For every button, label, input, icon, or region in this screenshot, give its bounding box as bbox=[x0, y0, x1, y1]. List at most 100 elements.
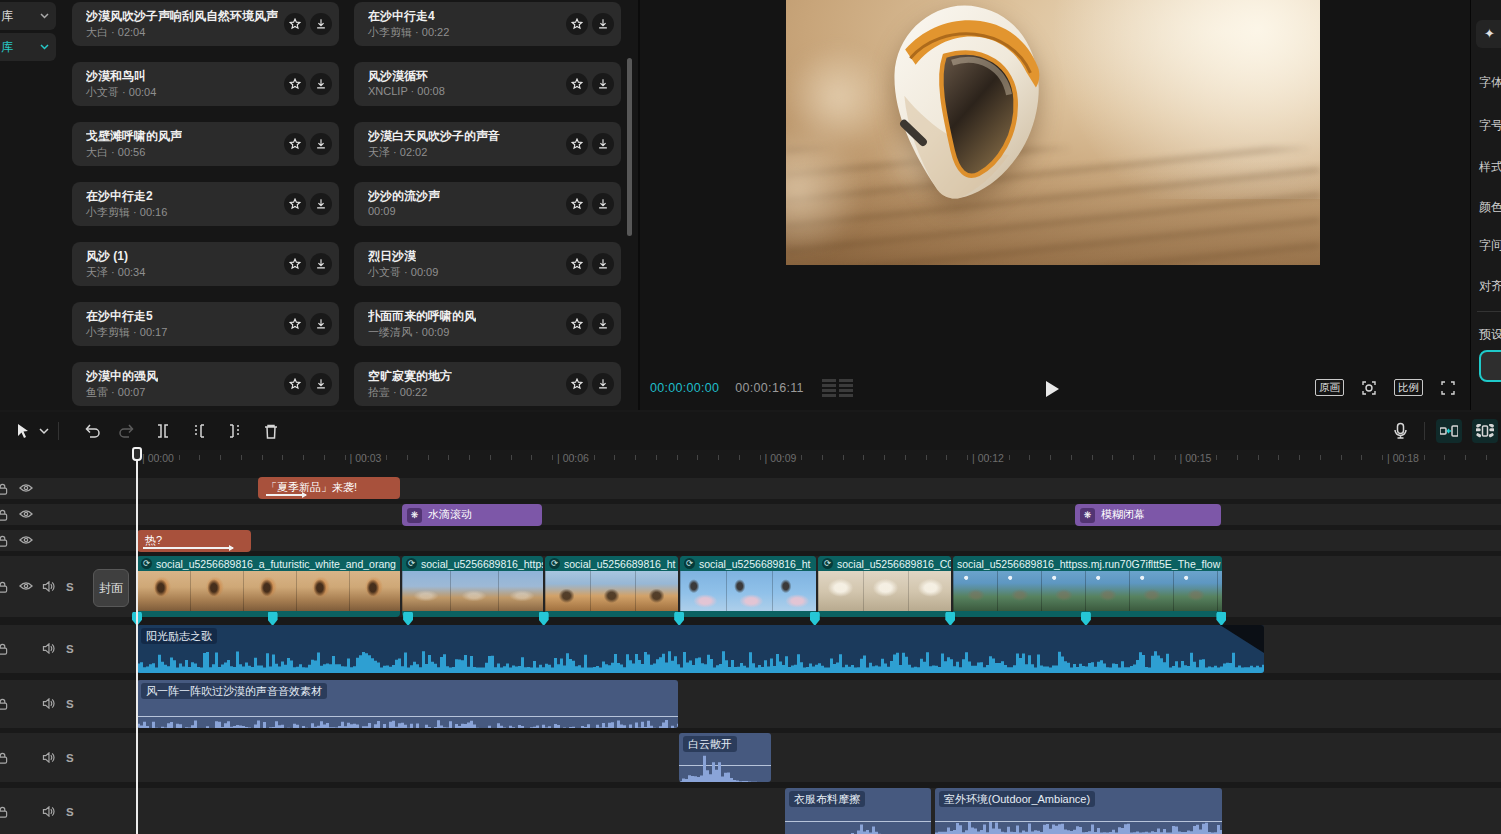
download-icon[interactable] bbox=[310, 193, 332, 215]
library-filter-1[interactable]: 库 bbox=[0, 2, 56, 30]
beat-marker[interactable] bbox=[539, 612, 549, 626]
beat-marker[interactable] bbox=[674, 612, 684, 626]
favorite-icon[interactable] bbox=[284, 193, 306, 215]
auto-beat-icon[interactable] bbox=[1472, 419, 1498, 443]
download-icon[interactable] bbox=[310, 13, 332, 35]
audio-clip-music[interactable]: 阳光励志之歌 bbox=[137, 625, 1264, 673]
fullscreen-icon[interactable] bbox=[1440, 380, 1456, 396]
audio-card[interactable]: 风沙漠循环 XNCLIP · 00:08 bbox=[354, 62, 621, 106]
lock-icon[interactable] bbox=[0, 698, 8, 710]
original-quality-button[interactable]: 原画 bbox=[1315, 379, 1344, 396]
record-voiceover-icon[interactable] bbox=[1388, 419, 1412, 443]
favorite-icon[interactable] bbox=[284, 373, 306, 395]
audio-card[interactable]: 沙漠白天风吹沙子的声音 天泽 · 02:02 bbox=[354, 122, 621, 166]
quality-icon[interactable] bbox=[822, 379, 853, 397]
favorite-icon[interactable] bbox=[284, 13, 306, 35]
select-tool-chevron[interactable] bbox=[32, 419, 56, 443]
lock-icon[interactable] bbox=[0, 643, 8, 655]
audio-card[interactable]: 沙漠和鸟叫 小文哥 · 00:04 bbox=[72, 62, 339, 106]
favorite-icon[interactable] bbox=[566, 73, 588, 95]
delete-left-icon[interactable] bbox=[187, 419, 211, 443]
audio-card[interactable]: 风沙 (1) 天泽 · 00:34 bbox=[72, 242, 339, 286]
favorite-icon[interactable] bbox=[566, 253, 588, 275]
preset-thumbnail[interactable] bbox=[1479, 350, 1501, 382]
visibility-icon[interactable] bbox=[19, 483, 33, 493]
solo-toggle[interactable]: S bbox=[66, 752, 74, 764]
beat-marker[interactable] bbox=[1216, 612, 1226, 626]
favorite-icon[interactable] bbox=[566, 133, 588, 155]
video-clip[interactable]: ⟳social_u5256689816_ht bbox=[545, 556, 678, 617]
audio-card[interactable]: 沙沙的流沙声 00:09 bbox=[354, 182, 621, 226]
audio-card[interactable]: 扑面而来的呼啸的风 一缕清风 · 00:09 bbox=[354, 302, 621, 346]
solo-toggle[interactable]: S bbox=[66, 806, 74, 818]
play-button[interactable] bbox=[1046, 381, 1059, 397]
audio-card[interactable]: 在沙中行走2 小李剪辑 · 00:16 bbox=[72, 182, 339, 226]
audio-card[interactable]: 空旷寂寞的地方 拾壹 · 00:22 bbox=[354, 362, 621, 406]
favorite-icon[interactable] bbox=[284, 313, 306, 335]
lock-icon[interactable] bbox=[0, 483, 8, 495]
favorite-icon[interactable] bbox=[566, 193, 588, 215]
lock-icon[interactable] bbox=[0, 806, 8, 818]
playhead[interactable] bbox=[136, 450, 138, 834]
audio-card[interactable]: 在沙中行走4 小李剪辑 · 00:22 bbox=[354, 2, 621, 46]
download-icon[interactable] bbox=[592, 253, 614, 275]
mute-icon[interactable] bbox=[42, 698, 55, 709]
download-icon[interactable] bbox=[592, 133, 614, 155]
lock-icon[interactable] bbox=[0, 752, 8, 764]
audio-card[interactable]: 戈壁滩呼啸的风声 大白 · 00:56 bbox=[72, 122, 339, 166]
ratio-button[interactable]: 比例 bbox=[1394, 379, 1423, 396]
audio-card[interactable]: 在沙中行走5 小李剪辑 · 00:17 bbox=[72, 302, 339, 346]
beat-marker[interactable] bbox=[810, 612, 820, 626]
download-icon[interactable] bbox=[592, 13, 614, 35]
favorite-icon[interactable] bbox=[566, 13, 588, 35]
beat-marker[interactable] bbox=[268, 612, 278, 626]
text-clip-hot[interactable]: 热? bbox=[137, 530, 251, 552]
delete-right-icon[interactable] bbox=[223, 419, 247, 443]
download-icon[interactable] bbox=[592, 73, 614, 95]
download-icon[interactable] bbox=[592, 193, 614, 215]
zoom-fit-icon[interactable] bbox=[1361, 380, 1377, 396]
lock-icon[interactable] bbox=[0, 535, 8, 547]
undo-icon[interactable] bbox=[80, 419, 104, 443]
video-clip[interactable]: ⟳social_u5256689816_httpss. bbox=[402, 556, 543, 617]
solo-toggle[interactable]: S bbox=[66, 581, 74, 593]
mute-icon[interactable] bbox=[42, 752, 55, 763]
redo-icon[interactable] bbox=[115, 419, 139, 443]
visibility-icon[interactable] bbox=[19, 581, 33, 591]
download-icon[interactable] bbox=[310, 373, 332, 395]
download-icon[interactable] bbox=[592, 313, 614, 335]
video-clip[interactable]: ⟳social_u5256689816_ht bbox=[680, 556, 816, 617]
text-clip-summer[interactable]: 「夏季新品」来袭! bbox=[258, 477, 400, 499]
audio-clip-cloth[interactable]: 衣服布料摩擦 bbox=[785, 788, 931, 834]
video-clip[interactable]: ⟳social_u5256689816_C0 bbox=[818, 556, 951, 617]
mute-icon[interactable] bbox=[42, 806, 55, 817]
delete-icon[interactable] bbox=[259, 419, 283, 443]
audio-clip-outdoor[interactable]: 室外环境(Outdoor_Ambiance) bbox=[935, 788, 1222, 834]
favorite-icon[interactable] bbox=[284, 133, 306, 155]
download-icon[interactable] bbox=[310, 133, 332, 155]
cover-button[interactable]: 封面 bbox=[93, 569, 129, 607]
select-tool-icon[interactable] bbox=[10, 419, 34, 443]
audio-card[interactable]: 烈日沙漠 小文哥 · 00:09 bbox=[354, 242, 621, 286]
visibility-icon[interactable] bbox=[19, 509, 33, 519]
favorite-icon[interactable] bbox=[284, 253, 306, 275]
ai-text-button[interactable]: ✦ bbox=[1476, 20, 1501, 48]
visibility-icon[interactable] bbox=[19, 535, 33, 545]
audio-card[interactable]: 沙漠中的强风 鱼雷 · 00:07 bbox=[72, 362, 339, 406]
download-icon[interactable] bbox=[592, 373, 614, 395]
lock-icon[interactable] bbox=[0, 509, 8, 521]
playhead-handle[interactable] bbox=[132, 447, 142, 461]
library-scrollbar[interactable] bbox=[627, 58, 632, 236]
download-icon[interactable] bbox=[310, 253, 332, 275]
download-icon[interactable] bbox=[310, 73, 332, 95]
library-filter-2[interactable]: 库 bbox=[0, 33, 56, 61]
beat-marker[interactable] bbox=[1081, 612, 1091, 626]
solo-toggle[interactable]: S bbox=[66, 698, 74, 710]
audio-card[interactable]: 沙漠风吹沙子声响刮风自然环境风声 大白 · 02:04 bbox=[72, 2, 339, 46]
favorite-icon[interactable] bbox=[284, 73, 306, 95]
solo-toggle[interactable]: S bbox=[66, 643, 74, 655]
video-clip[interactable]: social_u5256689816_httpss.mj.run70G7iflt… bbox=[953, 556, 1222, 617]
favorite-icon[interactable] bbox=[566, 313, 588, 335]
mute-icon[interactable] bbox=[42, 581, 55, 592]
auto-ripple-icon[interactable] bbox=[1436, 419, 1462, 443]
